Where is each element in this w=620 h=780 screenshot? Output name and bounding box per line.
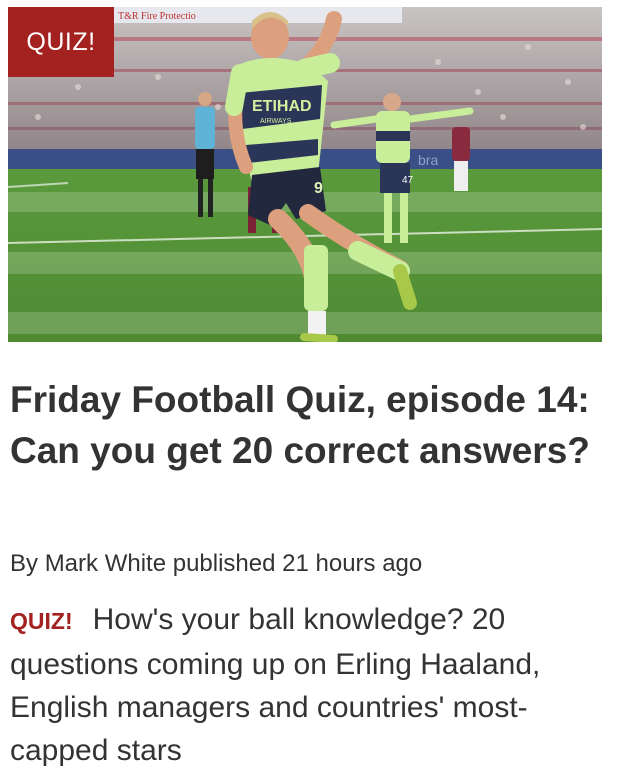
shirt-sponsor-text: ETIHAD	[252, 98, 312, 115]
article-headline[interactable]: Friday Football Quiz, episode 14: Can yo…	[10, 374, 600, 476]
publish-time: published 21 hours ago	[172, 550, 423, 577]
author-link[interactable]: Mark White	[45, 550, 166, 577]
article-card: T&R Fire Protectio bra 47 ETIHAD AIRWAYS…	[0, 0, 620, 780]
shirt-sponsor-subtext: AIRWAYS	[260, 118, 292, 125]
synopsis-tag: QUIZ!	[10, 608, 73, 634]
shorts-number: 9	[314, 180, 323, 197]
distant-player-figure	[452, 127, 470, 191]
article-synopsis: QUIZ! How's your ball knowledge? 20 quest…	[10, 598, 600, 772]
ad-board-text: bra	[418, 152, 438, 168]
synopsis-text: How's your ball knowledge? 20 questions …	[10, 603, 541, 767]
article-byline: By Mark White published 21 hours ago	[10, 548, 422, 580]
stadium-banner-text: T&R Fire Protectio	[118, 11, 196, 22]
byline-prefix: By	[10, 550, 39, 577]
quiz-badge: QUIZ!	[8, 7, 114, 77]
teammate-number: 47	[402, 175, 414, 186]
